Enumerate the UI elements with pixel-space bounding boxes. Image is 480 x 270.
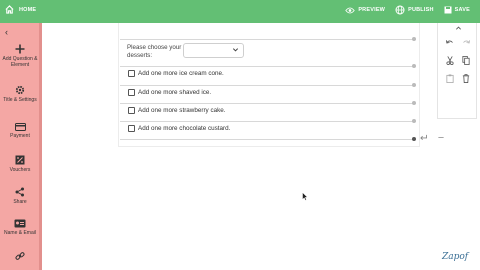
voucher-icon <box>15 155 25 165</box>
redo-icon[interactable] <box>462 39 471 46</box>
option-checkbox[interactable] <box>128 125 135 132</box>
option-checkbox[interactable] <box>128 89 135 96</box>
paste-icon[interactable] <box>446 74 454 83</box>
resize-handle[interactable] <box>412 137 416 141</box>
list-item[interactable]: Add one more shaved ice. <box>128 89 211 96</box>
chevron-down-icon <box>232 48 239 52</box>
list-item[interactable]: Add one more strawberry cake. <box>128 107 226 114</box>
share-icon <box>15 187 24 197</box>
sidebar-item-label: Payment <box>10 133 30 139</box>
sidebar-item-share[interactable]: Share <box>0 187 40 205</box>
home-button[interactable]: HOME <box>5 5 36 14</box>
sidebar-item-payment[interactable]: Payment <box>0 123 40 139</box>
publish-label: PUBLISH <box>408 7 434 13</box>
undo-icon[interactable] <box>445 39 454 46</box>
sidebar-item-name-email[interactable]: Name & Email <box>0 219 40 236</box>
sidebar: ‹ Add Question & Element Title & Setting… <box>0 23 42 270</box>
mouse-cursor-icon <box>302 192 308 201</box>
id-card-icon <box>14 219 26 228</box>
divider <box>120 85 416 86</box>
sidebar-item-label: Add Question & Element <box>2 56 38 68</box>
scissors-icon[interactable] <box>446 56 454 65</box>
divider <box>120 121 416 122</box>
globe-icon <box>395 5 405 15</box>
option-label: Add one more strawberry cake. <box>138 107 226 114</box>
preview-button[interactable]: PREVIEW <box>345 7 385 14</box>
home-icon <box>5 5 14 14</box>
option-label: Add one more ice cream cone. <box>138 70 224 77</box>
minus-icon[interactable] <box>437 134 445 141</box>
resize-handle[interactable] <box>412 64 416 68</box>
sidebar-item-vouchers[interactable]: Vouchers <box>0 155 40 173</box>
list-item[interactable]: Add one more ice cream cone. <box>128 70 224 77</box>
plus-icon <box>15 44 25 54</box>
option-label: Add one more chocolate custard. <box>138 125 231 132</box>
question-label: Please choose your desserts: <box>127 44 182 59</box>
gear-icon <box>15 85 25 95</box>
top-bar: HOME PREVIEW PUBLISH SAVE <box>0 0 480 23</box>
divider <box>120 66 416 67</box>
zapof-logo: Zapof <box>442 252 469 262</box>
preview-label: PREVIEW <box>358 7 386 13</box>
divider <box>120 139 416 140</box>
save-label: SAVE <box>454 7 470 13</box>
eye-icon <box>345 7 356 13</box>
home-label: HOME <box>19 6 37 13</box>
sidebar-item-label: Name & Email <box>4 230 36 236</box>
sidebar-item-add-question[interactable]: Add Question & Element <box>0 44 40 68</box>
chevron-up-icon[interactable] <box>455 25 462 31</box>
copy-icon[interactable] <box>462 56 470 65</box>
list-item[interactable]: Add one more chocolate custard. <box>128 125 230 132</box>
bottom-toolbar <box>419 134 445 141</box>
credit-card-icon <box>14 123 26 131</box>
floppy-disk-icon <box>444 6 452 14</box>
return-icon[interactable] <box>419 134 428 141</box>
sidebar-item-label: Title & Settings <box>3 97 37 103</box>
sidebar-item-label: Vouchers <box>9 167 31 173</box>
option-checkbox[interactable] <box>128 107 135 114</box>
link-icon <box>15 252 25 260</box>
sidebar-item-label: Share <box>13 199 27 205</box>
save-button[interactable]: SAVE <box>444 6 470 14</box>
divider <box>120 39 416 40</box>
trash-icon[interactable] <box>462 74 470 83</box>
resize-handle[interactable] <box>412 119 416 123</box>
sidebar-item-link[interactable] <box>0 251 40 261</box>
tool-panel <box>437 23 477 119</box>
dessert-dropdown[interactable] <box>183 43 244 58</box>
option-label: Add one more shaved ice. <box>138 89 212 96</box>
chevron-left-icon[interactable]: ‹ <box>5 28 8 37</box>
sidebar-item-title-settings[interactable]: Title & Settings <box>0 85 40 103</box>
resize-handle[interactable] <box>412 101 416 105</box>
publish-button[interactable]: PUBLISH <box>395 5 434 15</box>
option-checkbox[interactable] <box>128 70 135 77</box>
resize-handle[interactable] <box>412 83 416 87</box>
divider <box>120 103 416 104</box>
resize-handle[interactable] <box>412 37 416 41</box>
